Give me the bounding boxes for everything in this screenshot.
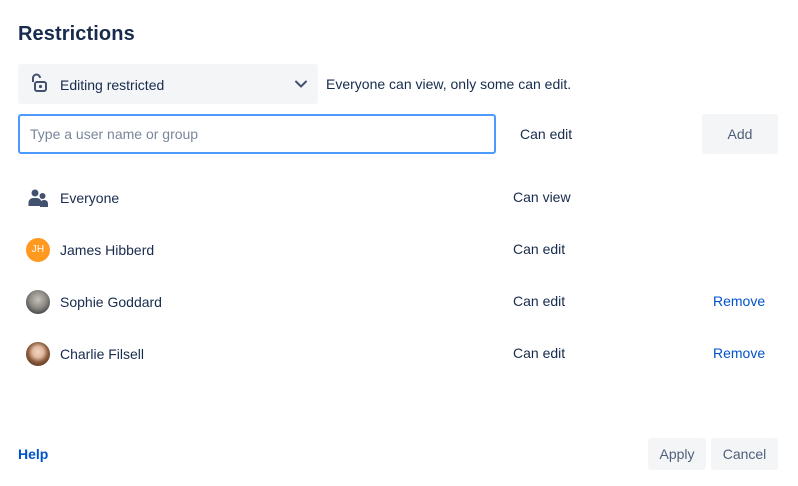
entry-name: James Hibberd [60,242,155,258]
avatar: JH [26,238,50,262]
cancel-button[interactable]: Cancel [711,438,778,470]
new-user-permission-select[interactable]: Can edit [520,126,572,142]
entry-name: Charlie Filsell [60,346,145,362]
restriction-row: Everyone Can view [0,178,798,218]
help-link[interactable]: Help [18,446,48,462]
people-icon [26,186,50,210]
user-search-input[interactable] [18,114,496,154]
apply-button[interactable]: Apply [648,438,706,470]
restriction-row: JH James Hibberd Can edit [0,230,798,270]
add-button[interactable]: Add [702,114,778,154]
entry-permission[interactable]: Can view [513,189,571,205]
entry-permission[interactable]: Can edit [513,293,565,309]
remove-link[interactable]: Remove [713,345,765,361]
entry-permission[interactable]: Can edit [513,241,565,257]
restrictions-dialog: Restrictions Editing restricted Everyone… [0,0,798,486]
unlock-icon [30,73,50,93]
dialog-title: Restrictions [18,23,135,45]
restriction-type-label: Editing restricted [60,77,165,93]
entry-name: Everyone [60,190,120,206]
avatar [26,290,50,314]
entry-permission[interactable]: Can edit [513,345,565,361]
restriction-row: Sophie Goddard Can edit Remove [0,282,798,322]
restriction-type-select[interactable]: Editing restricted [18,64,318,104]
entry-name: Sophie Goddard [60,294,162,310]
restriction-description: Everyone can view, only some can edit. [326,76,572,92]
chevron-down-icon [294,77,308,91]
remove-link[interactable]: Remove [713,293,765,309]
restriction-row: Charlie Filsell Can edit Remove [0,334,798,374]
avatar [26,342,50,366]
